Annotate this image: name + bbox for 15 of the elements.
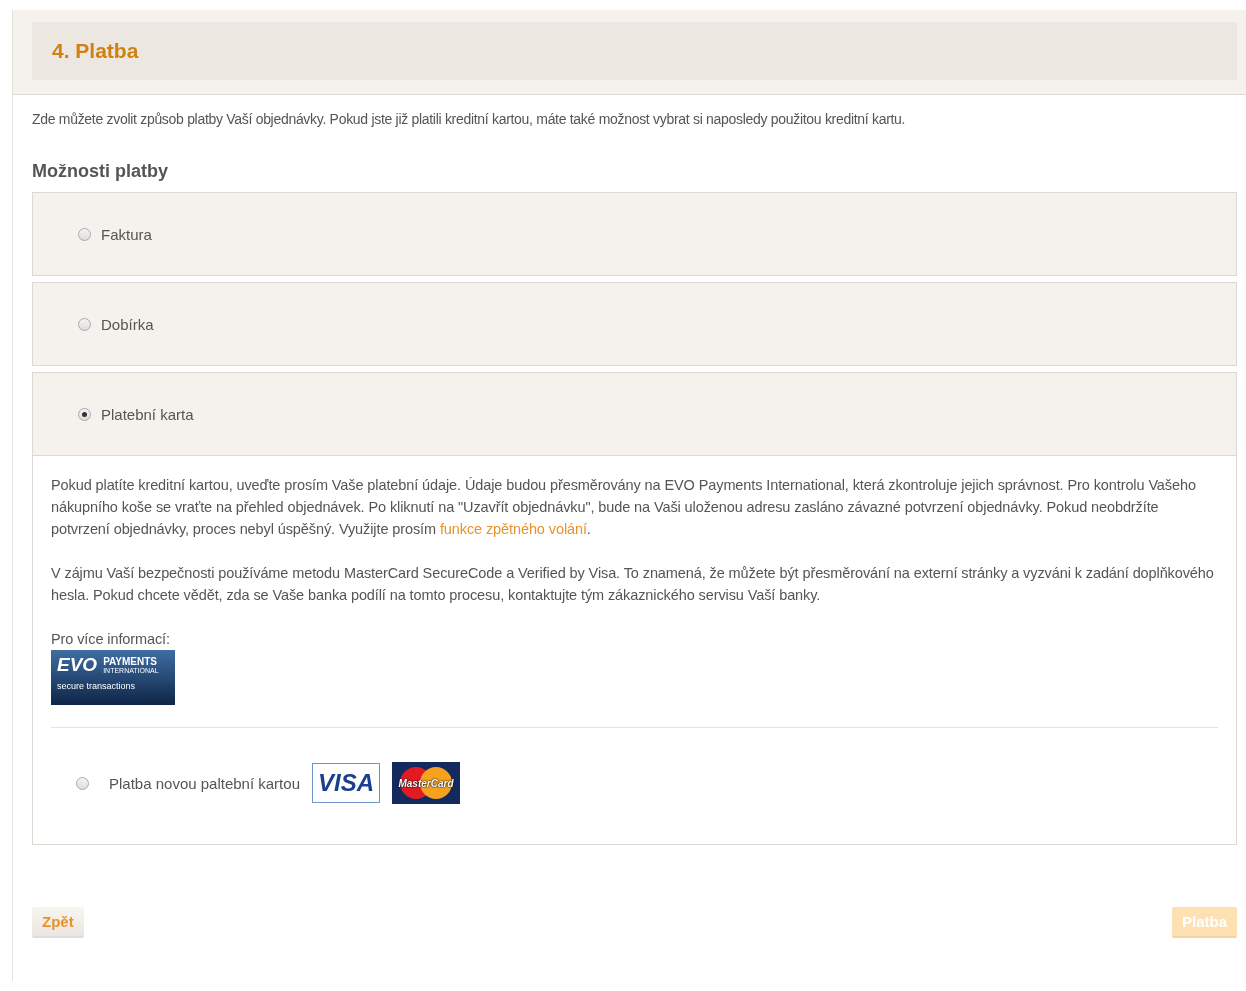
card-info-text: Pokud platíte kreditní kartou, uveďte prosím Vaše platební údaje. Údaje budou přesměrovány na EVO Payments International, která zkontroluje jejich správnost. Pro kontrolu Vašeho nákupního koše se vraťte na přehled objednávek. Po kliknutí na "Uzavřít objednávku", bude na Vaši uloženou adresu zasláno závazné potvrzení objednávky. Pokud neobdržíte potvrzení objednávky, proces nebyl úspěšný. Využijte prosím funkce zpětného volání.: [51, 476, 1197, 539]
security-text: V zájmu Vaší bezpečnosti používáme metodu MasterCard SecureCode a Verified by Visa. To znamená, že můžete být přesměrování na externí stránky a vyzváni k zadání doplňkového hesla. Pokud chcete vědět, zda se Vaše banka podílí na tomto procesu, kontaktujte tým zákaznického servisu Vaší banky.: [51, 564, 1215, 605]
more-info-label: Pro více informací:: [51, 630, 171, 649]
option-label[interactable]: Faktura: [101, 225, 152, 243]
radio-button[interactable]: [76, 776, 89, 790]
step-title: 4. Platba: [32, 22, 1237, 80]
option-label[interactable]: Platební karta: [101, 405, 194, 423]
radio-button[interactable]: [78, 407, 91, 421]
intro-text: Zde můžete zvolit způsob platby Vaší objednávky. Pokud jste již platili kreditní kartou, máte také možnost vybrat si naposledy použitou kreditní kartu.: [32, 111, 907, 127]
option-label[interactable]: Dobírka: [101, 315, 154, 333]
radio-button[interactable]: [78, 317, 91, 331]
radio-button[interactable]: [78, 227, 91, 241]
options-heading: Možnosti platby: [32, 161, 169, 182]
option-label[interactable]: Platba novou paltební kartou: [109, 774, 300, 792]
visa-logo: VISA: [312, 763, 380, 803]
